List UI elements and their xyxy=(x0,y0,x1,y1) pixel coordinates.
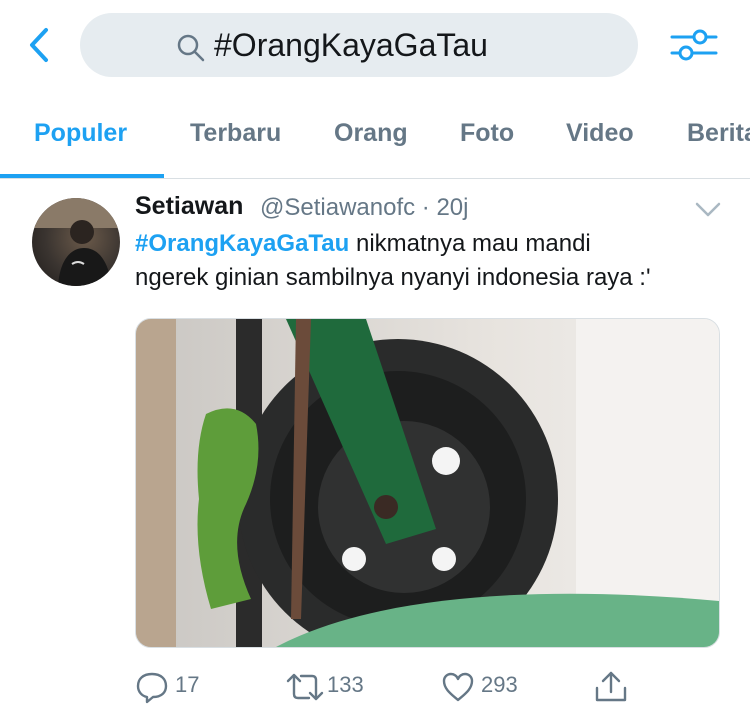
tweet-text-rest: nikmatnya mau mandi xyxy=(349,230,591,257)
tab-video[interactable]: Video xyxy=(566,95,634,178)
tab-populer[interactable]: Populer xyxy=(34,95,127,178)
retweet-count: 133 xyxy=(327,672,364,697)
reply-button[interactable]: 17 xyxy=(135,666,205,706)
search-query: #OrangKayaGaTau xyxy=(214,27,488,63)
back-arrow-icon xyxy=(30,28,48,62)
filter-sliders-icon xyxy=(670,29,718,61)
tab-orang[interactable]: Orang xyxy=(334,95,408,178)
retweet-button[interactable]: 133 xyxy=(285,666,385,706)
heart-icon xyxy=(442,672,474,702)
share-button[interactable] xyxy=(593,666,633,706)
search-input[interactable]: #OrangKayaGaTau xyxy=(80,13,638,77)
search-tabs: Populer Terbaru Orang Foto Video Berita xyxy=(0,95,750,179)
tweet[interactable]: Setiawan @Setiawanofc · 20j #OrangKayaGa… xyxy=(0,178,750,710)
chevron-down-icon[interactable] xyxy=(694,200,722,220)
share-icon xyxy=(595,671,627,702)
filter-button[interactable] xyxy=(668,22,720,68)
like-count: 293 xyxy=(481,672,518,697)
tab-foto[interactable]: Foto xyxy=(460,95,514,178)
tweet-text-line-2: ngerek ginian sambilnya nyanyi indonesia… xyxy=(135,264,651,291)
like-button[interactable]: 293 xyxy=(441,666,541,706)
reply-icon xyxy=(136,672,168,704)
avatar-image xyxy=(32,198,120,286)
reply-count: 17 xyxy=(175,672,200,697)
author-name[interactable]: Setiawan xyxy=(135,192,243,221)
retweet-icon xyxy=(286,673,324,701)
top-bar: #OrangKayaGaTau xyxy=(0,0,750,95)
hashtag-link[interactable]: #OrangKayaGaTau xyxy=(135,230,349,257)
search-icon xyxy=(177,34,205,62)
tab-berita[interactable]: Berita xyxy=(687,95,750,178)
tweet-photo[interactable] xyxy=(135,318,720,648)
avatar[interactable] xyxy=(32,198,120,286)
author-handle-time: @Setiawanofc · 20j xyxy=(260,194,469,221)
tweet-actions: 17 133 293 xyxy=(135,666,735,706)
back-button[interactable] xyxy=(22,22,58,68)
pulley-photo xyxy=(136,319,719,647)
tab-terbaru[interactable]: Terbaru xyxy=(190,95,281,178)
tweet-text-line-1: #OrangKayaGaTau nikmatnya mau mandi xyxy=(135,230,591,258)
